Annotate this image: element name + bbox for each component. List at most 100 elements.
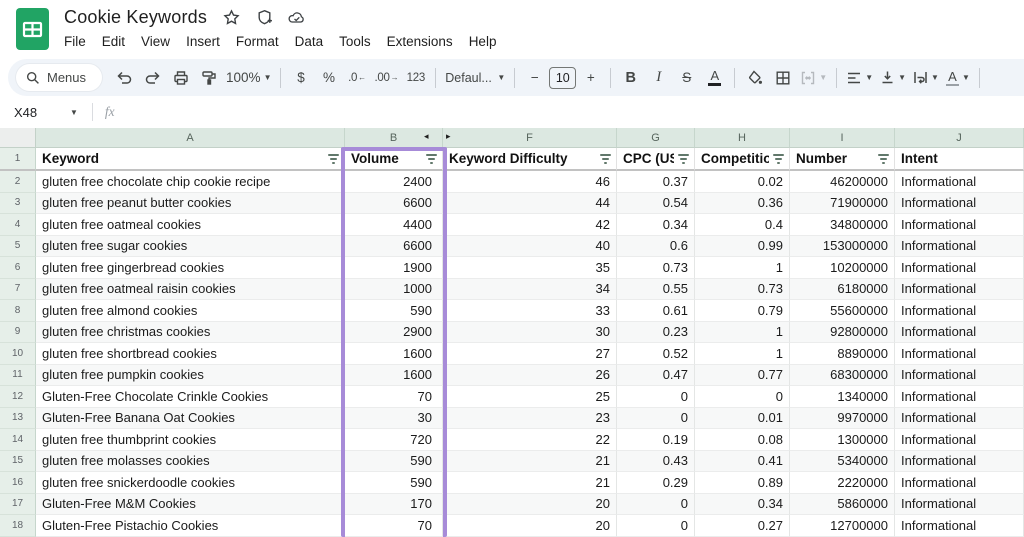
cell-keyword-5[interactable]: gluten free sugar cookies <box>36 236 345 258</box>
cell-cpc-8[interactable]: 0.61 <box>617 300 695 322</box>
filter-icon[interactable] <box>771 154 785 164</box>
cell-cpc-12[interactable]: 0 <box>617 386 695 408</box>
cell-volume-13[interactable]: 30 <box>345 408 443 430</box>
cell-cpc-9[interactable]: 0.23 <box>617 322 695 344</box>
cell-keyword-3[interactable]: gluten free peanut butter cookies <box>36 193 345 215</box>
header-cell-cpc[interactable]: CPC (USD) <box>617 148 695 171</box>
header-cell-difficulty[interactable]: Keyword Difficulty <box>443 148 617 171</box>
cell-competition-8[interactable]: 0.79 <box>695 300 790 322</box>
column-header-H[interactable]: H <box>695 128 790 148</box>
cell-keyword-8[interactable]: gluten free almond cookies <box>36 300 345 322</box>
cell-cpc-10[interactable]: 0.52 <box>617 343 695 365</box>
horizontal-align-button[interactable]: ▼ <box>843 64 876 91</box>
cell-number-9[interactable]: 92800000 <box>790 322 895 344</box>
cell-volume-4[interactable]: 4400 <box>345 214 443 236</box>
cell-number-5[interactable]: 153000000 <box>790 236 895 258</box>
cell-cpc-3[interactable]: 0.54 <box>617 193 695 215</box>
cell-difficulty-10[interactable]: 27 <box>443 343 617 365</box>
row-header-16[interactable]: 16 <box>0 472 36 494</box>
cell-volume-7[interactable]: 1000 <box>345 279 443 301</box>
cell-cpc-7[interactable]: 0.55 <box>617 279 695 301</box>
cell-intent-8[interactable]: Informational <box>895 300 1024 322</box>
cell-keyword-14[interactable]: gluten free thumbprint cookies <box>36 429 345 451</box>
row-header-10[interactable]: 10 <box>0 343 36 365</box>
cell-difficulty-7[interactable]: 34 <box>443 279 617 301</box>
cell-keyword-11[interactable]: gluten free pumpkin cookies <box>36 365 345 387</box>
increase-font-size-button[interactable]: + <box>577 64 604 91</box>
cell-competition-10[interactable]: 1 <box>695 343 790 365</box>
cell-number-15[interactable]: 5340000 <box>790 451 895 473</box>
cell-number-2[interactable]: 46200000 <box>790 171 895 193</box>
cell-keyword-10[interactable]: gluten free shortbread cookies <box>36 343 345 365</box>
cell-number-13[interactable]: 9970000 <box>790 408 895 430</box>
filter-icon[interactable] <box>424 154 438 164</box>
filter-icon[interactable] <box>876 154 890 164</box>
row-header-6[interactable]: 6 <box>0 257 36 279</box>
filter-icon[interactable] <box>326 154 340 164</box>
cell-volume-9[interactable]: 2900 <box>345 322 443 344</box>
decrease-font-size-button[interactable]: − <box>521 64 548 91</box>
cell-competition-7[interactable]: 0.73 <box>695 279 790 301</box>
cell-intent-15[interactable]: Informational <box>895 451 1024 473</box>
chevron-down-icon[interactable]: ▼ <box>70 108 78 117</box>
vertical-align-button[interactable]: ▼ <box>877 64 909 91</box>
cell-competition-12[interactable]: 0 <box>695 386 790 408</box>
header-cell-keyword[interactable]: Keyword <box>36 148 345 171</box>
row-header-15[interactable]: 15 <box>0 451 36 473</box>
badge-plus-icon[interactable] <box>255 9 273 27</box>
cell-intent-7[interactable]: Informational <box>895 279 1024 301</box>
cell-volume-12[interactable]: 70 <box>345 386 443 408</box>
cell-difficulty-12[interactable]: 25 <box>443 386 617 408</box>
cell-difficulty-2[interactable]: 46 <box>443 171 617 193</box>
cell-volume-16[interactable]: 590 <box>345 472 443 494</box>
increase-decimals-button[interactable]: .00→ <box>371 64 401 91</box>
filter-icon[interactable] <box>598 154 612 164</box>
hidden-columns-left-icon[interactable]: ◂ <box>424 131 429 142</box>
menu-file[interactable]: File <box>56 31 94 52</box>
cell-number-8[interactable]: 55600000 <box>790 300 895 322</box>
cell-volume-5[interactable]: 6600 <box>345 236 443 258</box>
cell-difficulty-11[interactable]: 26 <box>443 365 617 387</box>
header-cell-intent[interactable]: Intent <box>895 148 1024 171</box>
cell-difficulty-17[interactable]: 20 <box>443 494 617 516</box>
cell-number-3[interactable]: 71900000 <box>790 193 895 215</box>
document-title[interactable]: Cookie Keywords <box>64 7 207 28</box>
cell-cpc-4[interactable]: 0.34 <box>617 214 695 236</box>
header-cell-number[interactable]: Number <box>790 148 895 171</box>
cell-difficulty-8[interactable]: 33 <box>443 300 617 322</box>
column-header-F[interactable]: F <box>443 128 617 148</box>
print-button[interactable] <box>167 64 194 91</box>
cell-volume-11[interactable]: 1600 <box>345 365 443 387</box>
row-header-4[interactable]: 4 <box>0 214 36 236</box>
cell-keyword-4[interactable]: gluten free oatmeal cookies <box>36 214 345 236</box>
cell-competition-15[interactable]: 0.41 <box>695 451 790 473</box>
cell-competition-3[interactable]: 0.36 <box>695 193 790 215</box>
column-header-A[interactable]: A <box>36 128 345 148</box>
cell-intent-4[interactable]: Informational <box>895 214 1024 236</box>
cell-intent-9[interactable]: Informational <box>895 322 1024 344</box>
menu-extensions[interactable]: Extensions <box>379 31 461 52</box>
column-header-G[interactable]: G <box>617 128 695 148</box>
borders-button[interactable] <box>769 64 796 91</box>
cell-difficulty-18[interactable]: 20 <box>443 515 617 537</box>
zoom-select[interactable]: 100% ▼ <box>223 64 274 91</box>
cell-volume-14[interactable]: 720 <box>345 429 443 451</box>
font-size-input[interactable]: 10 <box>549 67 576 89</box>
cell-intent-5[interactable]: Informational <box>895 236 1024 258</box>
row-header-3[interactable]: 3 <box>0 193 36 215</box>
cell-number-17[interactable]: 5860000 <box>790 494 895 516</box>
cell-difficulty-4[interactable]: 42 <box>443 214 617 236</box>
cell-intent-14[interactable]: Informational <box>895 429 1024 451</box>
cell-keyword-16[interactable]: gluten free snickerdoodle cookies <box>36 472 345 494</box>
cell-intent-11[interactable]: Informational <box>895 365 1024 387</box>
cell-cpc-18[interactable]: 0 <box>617 515 695 537</box>
number-format-button[interactable]: 123 <box>402 64 429 91</box>
cell-volume-17[interactable]: 170 <box>345 494 443 516</box>
cell-number-12[interactable]: 1340000 <box>790 386 895 408</box>
cell-number-11[interactable]: 68300000 <box>790 365 895 387</box>
decrease-decimals-button[interactable]: .0← <box>343 64 370 91</box>
cell-cpc-2[interactable]: 0.37 <box>617 171 695 193</box>
cell-number-7[interactable]: 6180000 <box>790 279 895 301</box>
cell-keyword-13[interactable]: Gluten-Free Banana Oat Cookies <box>36 408 345 430</box>
cell-volume-6[interactable]: 1900 <box>345 257 443 279</box>
